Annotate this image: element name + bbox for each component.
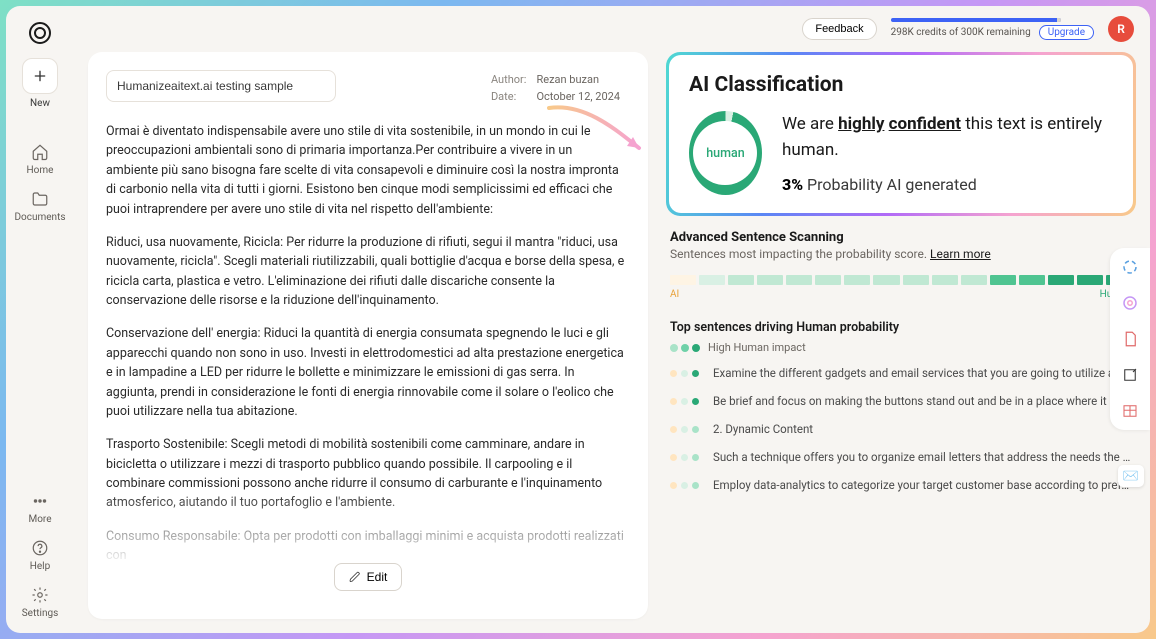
probability-spectrum — [670, 275, 1132, 285]
sidebar-item-more[interactable]: More — [28, 492, 51, 525]
new-label: New — [30, 98, 50, 109]
credits-text: 298K credits of 300K remaining — [891, 27, 1031, 38]
paragraph: Ormai è diventato indispensabile avere u… — [106, 122, 626, 219]
document-title-input[interactable] — [106, 70, 336, 102]
impact-legend: High Human impact — [670, 341, 1132, 354]
spectrum-segment — [903, 275, 929, 285]
sentence-row[interactable]: Be brief and focus on making the buttons… — [670, 394, 1132, 408]
new-button[interactable] — [22, 58, 58, 94]
sentence-row[interactable]: 2. Dynamic Content — [670, 422, 1132, 436]
impact-dots — [670, 454, 699, 461]
spectrum-segment — [699, 275, 725, 285]
spectrum-segment — [873, 275, 899, 285]
sidebar-item-help[interactable]: Help — [30, 539, 50, 572]
sentence-text: Be brief and focus on making the buttons… — [713, 394, 1132, 408]
impact-dots — [670, 398, 699, 405]
upgrade-button[interactable]: Upgrade — [1039, 25, 1094, 40]
document-body: Ormai è diventato indispensabile avere u… — [106, 122, 630, 619]
plus-icon — [32, 68, 48, 84]
rail-edit-icon[interactable] — [1121, 366, 1139, 384]
credits-progress-bar — [891, 18, 1061, 22]
feedback-button[interactable]: Feedback — [802, 18, 876, 40]
help-icon — [31, 539, 49, 557]
rail-table-icon[interactable] — [1121, 402, 1139, 420]
sentence-text: Examine the different gadgets and email … — [713, 366, 1132, 380]
paragraph: Conservazione dell' energia: Riduci la q… — [106, 324, 626, 421]
spectrum-segment — [670, 275, 696, 285]
classification-title: AI Classification — [689, 73, 1113, 97]
spectrum-segment — [1019, 275, 1045, 285]
spectrum-segment — [961, 275, 987, 285]
edit-button[interactable]: Edit — [334, 563, 403, 591]
meta-author-value: Rezan buzan — [536, 72, 628, 87]
spectrum-segment — [757, 275, 783, 285]
impact-dots — [670, 426, 699, 433]
rail-ai-icon[interactable] — [1121, 294, 1139, 312]
spectrum-segment — [786, 275, 812, 285]
sentence-scanning: Advanced Sentence Scanning Sentences mos… — [666, 230, 1136, 492]
scanning-subtitle: Sentences most impacting the probability… — [670, 247, 930, 261]
sidebar-item-label: Help — [30, 561, 50, 572]
sentence-row[interactable]: Such a technique offers you to organize … — [670, 450, 1132, 464]
meta-date-value: October 12, 2024 — [536, 89, 628, 104]
document-meta: Author:Rezan buzan Date:October 12, 2024 — [489, 70, 630, 106]
app-logo — [29, 22, 51, 44]
sentence-row[interactable]: Employ data-analytics to categorize your… — [670, 478, 1132, 492]
sidebar-item-settings[interactable]: Settings — [22, 586, 59, 619]
sentence-text: 2. Dynamic Content — [713, 422, 813, 436]
sentence-list: Examine the different gadgets and email … — [670, 366, 1132, 492]
mail-chip[interactable]: ✉️ — [1118, 465, 1144, 487]
tools-rail — [1110, 248, 1150, 430]
sentence-text: Such a technique offers you to organize … — [713, 450, 1132, 464]
sidebar-item-label: More — [28, 514, 51, 525]
legend-dot — [681, 344, 689, 352]
sidebar-item-documents[interactable]: Documents — [14, 190, 65, 223]
folder-icon — [31, 190, 49, 208]
scanning-title: Advanced Sentence Scanning — [670, 230, 1132, 245]
impact-dots — [670, 482, 699, 489]
sidebar-item-label: Settings — [22, 608, 59, 619]
impact-dots — [670, 370, 699, 377]
spectrum-segment — [1077, 275, 1103, 285]
topbar: Feedback 298K credits of 300K remaining … — [74, 6, 1150, 52]
impact-legend-label: High Human impact — [708, 341, 806, 354]
avatar[interactable]: R — [1108, 16, 1134, 42]
sentence-row[interactable]: Examine the different gadgets and email … — [670, 366, 1132, 380]
sidebar-item-home[interactable]: Home — [27, 143, 54, 176]
spectrum-ai-label: AI — [670, 289, 679, 300]
rail-document-icon[interactable] — [1121, 330, 1139, 348]
spectrum-segment — [815, 275, 841, 285]
dots-icon — [31, 492, 49, 510]
spectrum-segment — [990, 275, 1016, 285]
legend-dot — [670, 344, 678, 352]
sentence-text: Employ data-analytics to categorize your… — [713, 478, 1132, 492]
sidebar: New Home Documents More Help Settings — [6, 6, 74, 633]
classification-probability: 3% Probability AI generated — [782, 175, 1113, 194]
paragraph: Riduci, usa nuovamente, Ricicla: Per rid… — [106, 233, 626, 311]
classification-card: AI Classification human We are highly co… — [666, 52, 1136, 216]
gear-icon — [31, 586, 49, 604]
pencil-icon — [349, 571, 361, 583]
sidebar-item-label: Documents — [14, 212, 65, 223]
sidebar-item-label: Home — [27, 165, 54, 176]
spectrum-segment — [932, 275, 958, 285]
credits-indicator: 298K credits of 300K remaining Upgrade — [891, 18, 1094, 40]
edit-button-label: Edit — [367, 570, 388, 584]
spectrum-segment — [844, 275, 870, 285]
learn-more-link[interactable]: Learn more — [930, 247, 991, 261]
pie-center-label: human — [706, 146, 744, 161]
top-sentences-title: Top sentences driving Human probability — [670, 320, 1132, 335]
editor-card: Author:Rezan buzan Date:October 12, 2024… — [88, 52, 648, 619]
rail-scan-icon[interactable] — [1121, 258, 1139, 276]
meta-author-label: Author: — [491, 72, 535, 87]
legend-dot — [692, 344, 700, 352]
meta-date-label: Date: — [491, 89, 535, 104]
home-icon — [31, 143, 49, 161]
classification-summary: We are highly confident this text is ent… — [782, 112, 1113, 163]
spectrum-segment — [728, 275, 754, 285]
classification-pie-chart: human — [689, 111, 762, 195]
spectrum-segment — [1048, 275, 1074, 285]
